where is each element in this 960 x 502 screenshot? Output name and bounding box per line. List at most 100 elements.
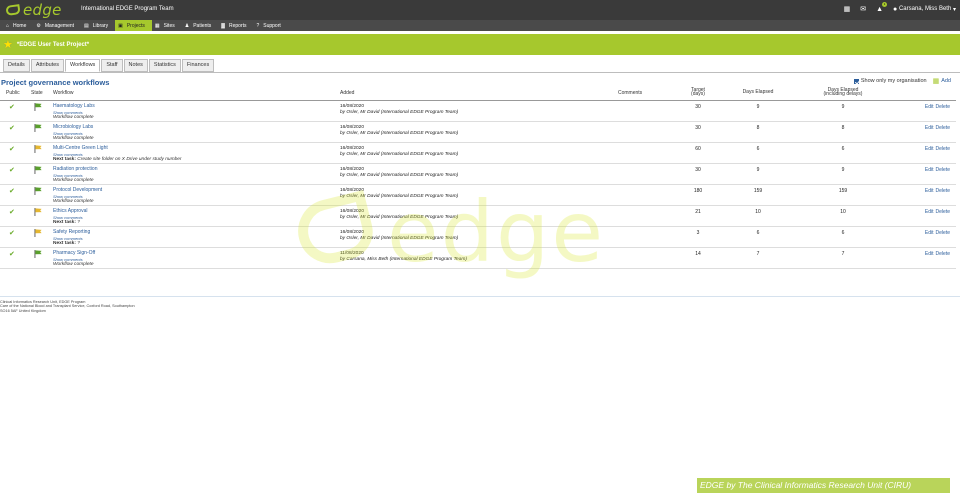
target-value: 21 <box>695 209 701 215</box>
table-row: ✔ Ethics Approval Show comments Next task: … <box>0 206 956 227</box>
table-row: ✔ Safety Reporting Show comments Next task:… <box>0 227 956 248</box>
next-task-label: Next task: <box>53 241 76 246</box>
tab-workflows[interactable]: Workflows <box>65 59 101 72</box>
workflow-name-link[interactable]: Ethics Approval <box>53 208 87 215</box>
user-menu[interactable]: ● Carsana, Miss Beth ▾ <box>893 6 956 13</box>
edit-link[interactable]: Edit <box>925 146 934 152</box>
elapsed-value: 9 <box>756 104 760 110</box>
nav-item-label: Reports <box>228 22 247 29</box>
workflow-cell: Haematology Labs Show comments Workflow co… <box>53 103 95 121</box>
project-tabs: Details Attributes Workflows Staff Notes Stat… <box>3 59 215 72</box>
public-check-icon: ✔ <box>9 230 15 237</box>
elapsed-value: 8 <box>756 125 760 131</box>
nav-item-management[interactable]: ⚙ Management <box>33 20 81 31</box>
elapsed-delays-value: 8 <box>841 125 845 131</box>
bell-icon[interactable]: ▲ 1 <box>876 1 888 13</box>
top-bar: edge International EDGE Program Team ▦ ✉… <box>0 0 960 20</box>
tab-staff[interactable]: Staff <box>101 59 123 72</box>
footer-divider <box>0 296 960 297</box>
added-by: by Carsana, Miss Beth (International EDG… <box>340 256 467 262</box>
target-value: 60 <box>695 146 701 152</box>
edit-link[interactable]: Edit <box>925 188 934 194</box>
edit-link[interactable]: Edit <box>925 125 934 131</box>
home-icon: ⌂ <box>6 22 10 29</box>
mail-icon[interactable]: ✉ <box>860 5 866 13</box>
workflow-name-link[interactable]: Protocol Development <box>53 187 102 194</box>
col-target[interactable]: Target (days) <box>683 88 713 97</box>
ciru-credit[interactable]: EDGE by The Clinical Informatics Researc… <box>697 478 950 493</box>
nav-item-home[interactable]: ⌂ Home <box>3 20 33 31</box>
delete-link[interactable]: Delete <box>936 104 950 110</box>
tab-divider <box>0 72 960 73</box>
col-days-elapsed-delays[interactable]: Days Elapsed (including delays) <box>811 88 875 97</box>
workflow-name-link[interactable]: Safety Reporting <box>53 229 90 236</box>
col-days-elapsed[interactable]: Days Elapsed <box>733 90 783 95</box>
public-check-icon: ✔ <box>9 146 15 153</box>
nav-item-patients[interactable]: ♟ Patients <box>182 20 219 31</box>
nav-item-reports[interactable]: ▓ Reports <box>218 20 253 31</box>
col-target-line2: (days) <box>691 91 705 97</box>
delete-link[interactable]: Delete <box>936 167 950 173</box>
notification-badge: 1 <box>882 1 888 7</box>
col-public[interactable]: Public <box>6 90 20 96</box>
col-comments[interactable]: Comments <box>618 90 642 96</box>
added-cell: 16/08/2020 by Osler, Mr David (Internatio… <box>340 104 458 115</box>
gear-icon: ⚙ <box>36 22 41 29</box>
show-only-my-organisation-checkbox[interactable] <box>853 78 859 84</box>
added-cell: 16/08/2020 by Osler, Mr David (Internatio… <box>340 209 458 220</box>
star-icon[interactable]: ★ <box>3 38 13 51</box>
nav-item-label: Home <box>13 22 27 29</box>
added-by: by Osler, Mr David (International EDGE P… <box>340 151 459 157</box>
add-workflow-button[interactable]: ▦ Add <box>933 77 951 85</box>
amber-flag-icon <box>34 145 42 153</box>
table-row: ✔ Pharmacy Sign-Off Show comments Workflow … <box>0 248 956 269</box>
elapsed-delays-value: 9 <box>841 104 845 110</box>
delete-link[interactable]: Delete <box>936 146 950 152</box>
workflow-status: Workflow complete <box>53 262 94 267</box>
target-value: 3 <box>696 230 700 236</box>
workflow-cell: Protocol Development Show comments Workflo… <box>53 187 102 205</box>
row-actions: Edit Delete <box>923 104 950 110</box>
nav-item-support[interactable]: ? Support <box>253 20 287 31</box>
col-added[interactable]: Added <box>340 90 354 96</box>
nav-item-projects[interactable]: ▣ Projects <box>115 20 152 31</box>
added-by: by Osler, Mr David (International EDGE P… <box>340 214 459 220</box>
elapsed-value: 9 <box>756 167 760 173</box>
show-only-my-organisation-label[interactable]: Show only my organisation <box>861 78 927 84</box>
workflow-cell: Ethics Approval Show comments Next task: ? <box>53 208 87 226</box>
delete-link[interactable]: Delete <box>936 251 950 257</box>
tab-finances[interactable]: Finances <box>181 59 215 72</box>
delete-link[interactable]: Delete <box>936 188 950 194</box>
edit-link[interactable]: Edit <box>925 167 934 173</box>
tab-notes[interactable]: Notes <box>123 59 148 72</box>
workflow-name-link[interactable]: Pharmacy Sign-Off <box>53 250 95 257</box>
workflow-cell: Radiation protection Show comments Workflo… <box>53 166 97 184</box>
elapsed-delays-value: 7 <box>841 251 845 257</box>
workflow-name-link[interactable]: Radiation protection <box>53 166 97 173</box>
table-row: ✔ Haematology Labs Show comments Workflow c… <box>0 101 956 122</box>
delete-link[interactable]: Delete <box>936 125 950 131</box>
col-workflow[interactable]: Workflow <box>53 90 73 96</box>
calendar-icon[interactable]: ▦ <box>844 5 851 13</box>
tab-attributes[interactable]: Attributes <box>30 59 65 72</box>
tab-statistics[interactable]: Statistics <box>148 59 181 72</box>
logo-mark-icon <box>5 4 21 16</box>
edge-logo[interactable]: edge <box>5 2 62 18</box>
public-check-icon: ✔ <box>9 167 15 174</box>
nav-item-sites[interactable]: ▦ Sites <box>152 20 182 31</box>
tab-details[interactable]: Details <box>3 59 30 72</box>
edit-link[interactable]: Edit <box>925 230 934 236</box>
delete-link[interactable]: Delete <box>936 209 950 215</box>
edit-link[interactable]: Edit <box>925 209 934 215</box>
top-icons: ▦ ✉ ▲ 1 ● Carsana, Miss Beth ▾ <box>844 1 956 13</box>
edit-link[interactable]: Edit <box>925 104 934 110</box>
col-state[interactable]: State <box>31 90 43 96</box>
workflow-name-link[interactable]: Microbiology Labs <box>53 124 94 131</box>
next-task: Next task: ? <box>53 220 87 226</box>
edit-link[interactable]: Edit <box>925 251 934 257</box>
workflow-name-link[interactable]: Haematology Labs <box>53 103 95 110</box>
book-icon: ▤ <box>84 22 89 29</box>
add-icon: ▦ <box>932 78 940 85</box>
delete-link[interactable]: Delete <box>936 230 950 236</box>
nav-item-library[interactable]: ▤ Library <box>81 20 115 31</box>
